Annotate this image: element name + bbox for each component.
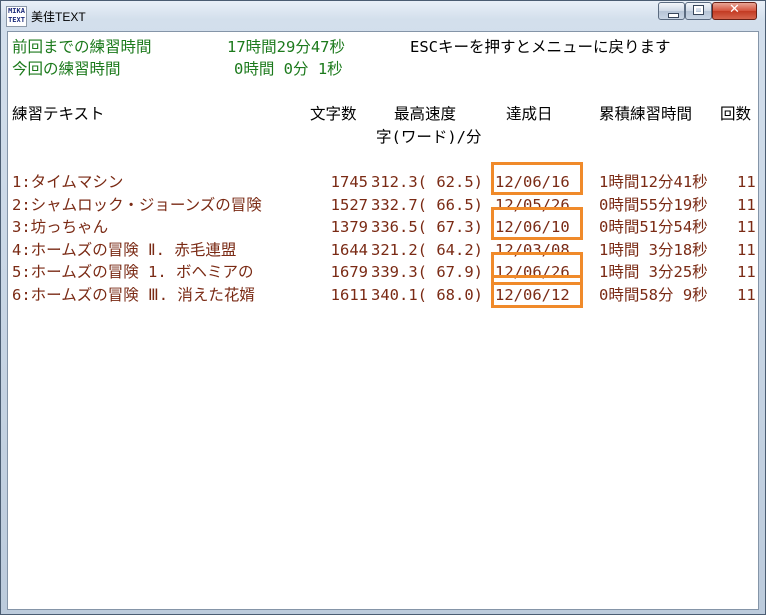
- total-practice-label: 前回までの練習時間: [12, 38, 152, 56]
- date-highlight-box: [491, 275, 583, 308]
- row-best-speed: 312.3( 62.5): [371, 173, 483, 191]
- date-highlight-box: [491, 207, 583, 241]
- row-name: 2:シャムロック・ジョーンズの冒険: [12, 195, 262, 214]
- row-name: 5:ホームズの冒険 1. ボヘミアの: [12, 263, 254, 282]
- row-char-count: 1611: [330, 286, 368, 304]
- maximize-icon: [693, 5, 704, 15]
- maximize-button[interactable]: [685, 2, 712, 20]
- list-item[interactable]: 4:ホームズの冒険 Ⅱ. 赤毛連盟 1644 321.2( 64.2) 12/03/0…: [8, 240, 758, 262]
- row-cumulative-time: 1時間 3分25秒: [599, 263, 708, 282]
- row-name: 3:坊っちゃん: [12, 218, 109, 237]
- session-practice-value: 0時間 0分 1秒: [234, 60, 343, 78]
- header-chars: 文字数: [310, 105, 357, 123]
- close-icon: ✕: [729, 2, 740, 17]
- row-count: 11: [737, 240, 756, 259]
- header-time: 累積練習時間: [599, 105, 693, 123]
- list-item[interactable]: 2:シャムロック・ジョーンズの冒険 1527 332.7( 66.5) 12/05/2…: [8, 195, 758, 217]
- row-name: 1:タイムマシン: [12, 173, 124, 191]
- list-item[interactable]: 3:坊っちゃん 1379 336.5( 67.3) 12/06/10 0時間51分54秒…: [8, 217, 758, 239]
- row-count: 11: [737, 218, 756, 237]
- row-count: 11: [737, 173, 756, 191]
- text-console: 前回までの練習時間 17時間29分47秒 ESCキーを押すとメニューに戻ります …: [7, 31, 759, 610]
- header-speed: 最高速度: [394, 105, 457, 123]
- total-practice-value: 17時間29分47秒: [227, 38, 345, 56]
- row-char-count: 1527: [330, 195, 368, 214]
- list-item[interactable]: 6:ホームズの冒険 Ⅲ. 消えた花婿 1611 340.1( 68.0) 12/06/…: [8, 285, 758, 307]
- row-char-count: 1644: [330, 240, 368, 259]
- row-cumulative-time: 1時間12分41秒: [599, 173, 708, 191]
- window-title: 美佳TEXT: [31, 10, 86, 24]
- row-cumulative-time: 0時間55分19秒: [599, 195, 708, 214]
- escape-hint: ESCキーを押すとメニューに戻ります: [410, 38, 671, 56]
- close-button[interactable]: ✕: [712, 2, 757, 20]
- app-icon: MIKA TEXT: [6, 6, 27, 27]
- row-name: 4:ホームズの冒険 Ⅱ. 赤毛連盟: [12, 240, 237, 259]
- row-best-speed: 336.5( 67.3): [371, 218, 483, 237]
- row-best-speed: 332.7( 66.5): [371, 195, 483, 214]
- row-char-count: 1679: [330, 263, 368, 282]
- header-text: 練習テキスト: [12, 105, 105, 123]
- row-count: 11: [737, 263, 756, 282]
- title-bar[interactable]: MIKA TEXT 美佳TEXT ✕: [1, 1, 765, 31]
- row-count: 11: [737, 195, 756, 214]
- row-best-speed: 339.3( 67.9): [371, 263, 483, 282]
- header-count: 回数: [720, 105, 752, 123]
- header-date: 達成日: [506, 105, 553, 123]
- row-cumulative-time: 0時間58分 9秒: [599, 286, 708, 304]
- date-highlight-box: [491, 162, 583, 195]
- row-char-count: 1745: [330, 173, 368, 191]
- row-count: 11: [737, 286, 756, 304]
- header-speed-unit: 字(ワード)/分: [376, 128, 482, 146]
- minimize-button[interactable]: [658, 2, 685, 20]
- row-cumulative-time: 0時間51分54秒: [599, 218, 708, 237]
- app-window: MIKA TEXT 美佳TEXT ✕ 前回までの練習時間 17時間29分47秒 E…: [0, 0, 766, 615]
- list-item[interactable]: 5:ホームズの冒険 1. ボヘミアの 1679 339.3( 67.9) 12/06/…: [8, 262, 758, 284]
- row-best-speed: 340.1( 68.0): [371, 286, 483, 304]
- list-item[interactable]: 1:タイムマシン 1745 312.3( 62.5) 12/06/16 1時間12分41…: [8, 172, 758, 194]
- row-best-speed: 321.2( 64.2): [371, 240, 483, 259]
- row-char-count: 1379: [330, 218, 368, 237]
- session-practice-label: 今回の練習時間: [12, 60, 121, 78]
- row-cumulative-time: 1時間 3分18秒: [599, 240, 708, 259]
- row-name: 6:ホームズの冒険 Ⅲ. 消えた花婿: [12, 286, 255, 304]
- minimize-icon: [668, 13, 679, 18]
